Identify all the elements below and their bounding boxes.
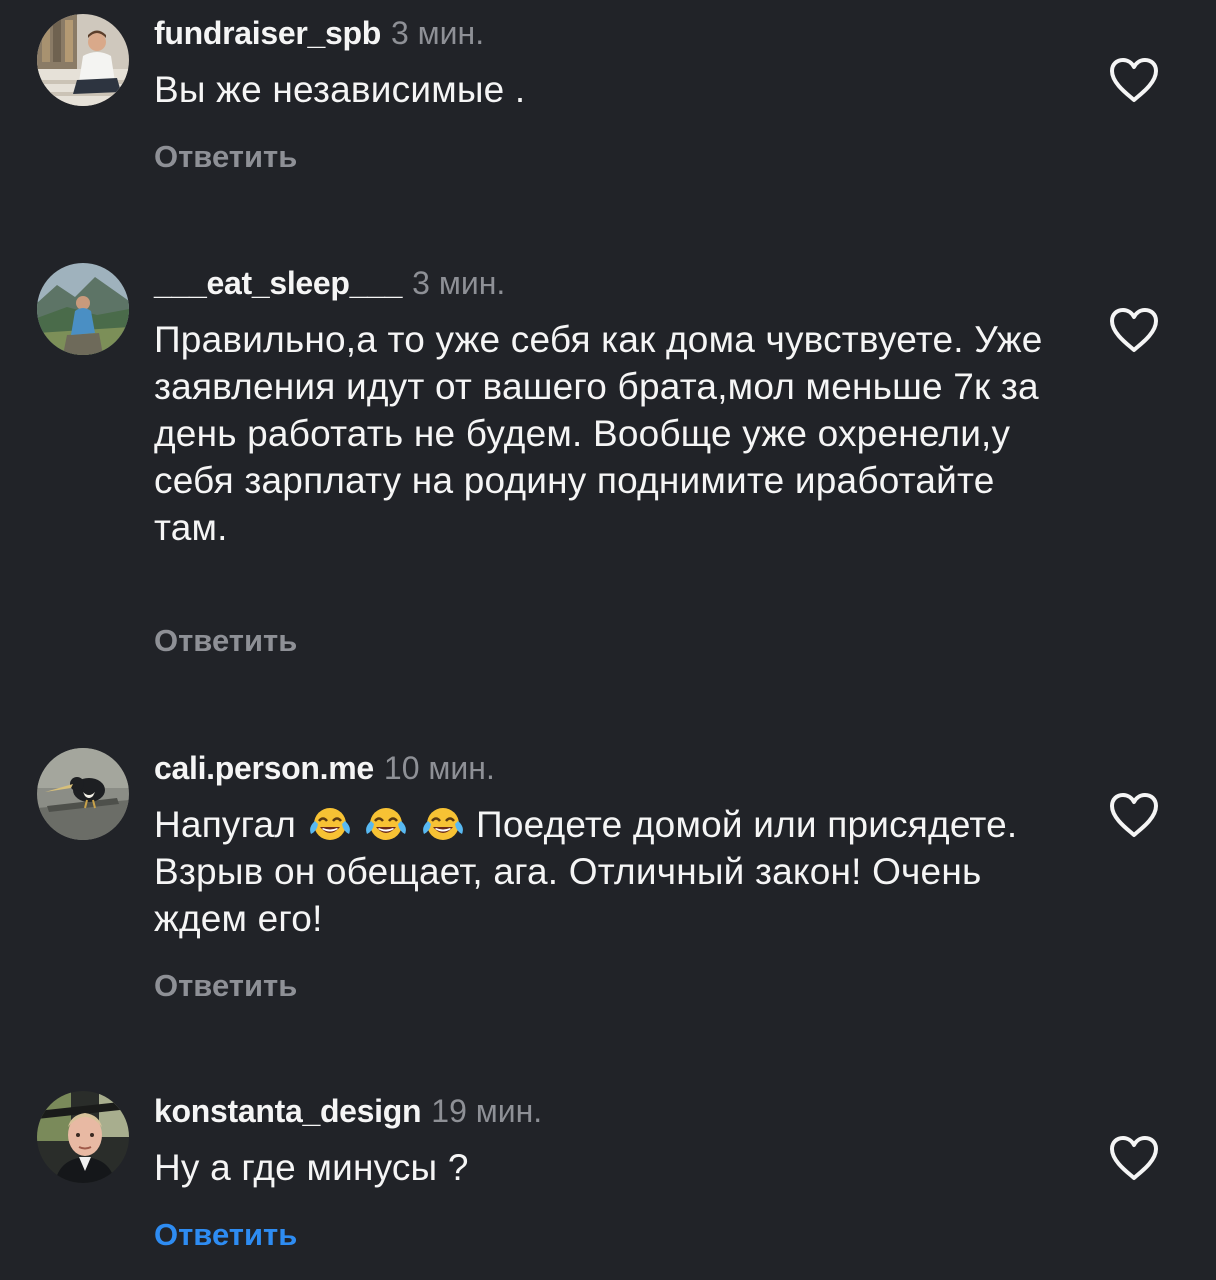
comment-text: Напугал Поедете домой или присядете. Взр… [154, 801, 1054, 942]
comment-item: fundraiser_spb 3 мин. Вы же независимые .… [0, 0, 1216, 230]
comment-item: konstanta_design 19 мин. Ну а где минусы … [0, 1078, 1216, 1280]
avatar[interactable] [37, 1091, 129, 1183]
avatar-toucan-icon [37, 748, 129, 840]
comment-item: cali.person.me 10 мин. Напугал Поедете д… [0, 735, 1216, 1055]
like-button[interactable] [1108, 306, 1160, 354]
heart-outline-icon [1110, 308, 1158, 352]
like-button[interactable] [1108, 56, 1160, 104]
avatar[interactable] [37, 14, 129, 106]
tears-of-joy-icon [366, 808, 406, 840]
comment-text: Правильно,а то уже себя как дома чувству… [154, 319, 1043, 548]
username[interactable]: fundraiser_spb [154, 15, 381, 51]
username[interactable]: ___eat_sleep___ [154, 265, 402, 301]
avatar[interactable] [37, 748, 129, 840]
comment-item: ___eat_sleep___ 3 мин. Правильно,а то уже… [0, 250, 1216, 700]
reply-button[interactable]: Ответить [154, 1215, 297, 1255]
reply-button[interactable]: Ответить [154, 621, 297, 661]
comment-time: 19 мин. [431, 1093, 543, 1129]
avatar[interactable] [37, 263, 129, 355]
comment-time: 10 мин. [383, 750, 495, 786]
username[interactable]: konstanta_design [154, 1093, 422, 1129]
tears-of-joy-emoji [364, 805, 408, 843]
comment-text: Ну а где минусы ? [154, 1147, 469, 1188]
username[interactable]: cali.person.me [154, 750, 374, 786]
like-button[interactable] [1108, 1134, 1160, 1182]
heart-outline-icon [1110, 1136, 1158, 1180]
like-button[interactable] [1108, 791, 1160, 839]
comment-header: cali.person.me 10 мин. [154, 748, 495, 788]
comment-time: 3 мин. [412, 265, 506, 301]
comment-text: Вы же независимые . [154, 69, 526, 110]
tears-of-joy-emoji [421, 805, 465, 843]
tears-of-joy-icon [422, 808, 463, 840]
tears-of-joy-emoji [308, 805, 352, 843]
comment-header: fundraiser_spb 3 мин. [154, 13, 484, 53]
reply-button[interactable]: Ответить [154, 966, 297, 1006]
avatar-man-in-car-icon [37, 1091, 129, 1183]
avatar-man-on-steps-icon [37, 14, 129, 106]
comment-header: ___eat_sleep___ 3 мин. [154, 263, 505, 303]
comment-header: konstanta_design 19 мин. [154, 1091, 542, 1131]
avatar-hiker-mountains-icon [37, 263, 129, 355]
reply-button[interactable]: Ответить [154, 137, 297, 177]
heart-outline-icon [1110, 793, 1158, 837]
comment-time: 3 мин. [390, 15, 485, 51]
comment-text-start: Напугал [154, 804, 297, 845]
heart-outline-icon [1110, 58, 1158, 102]
tears-of-joy-icon [309, 808, 350, 840]
